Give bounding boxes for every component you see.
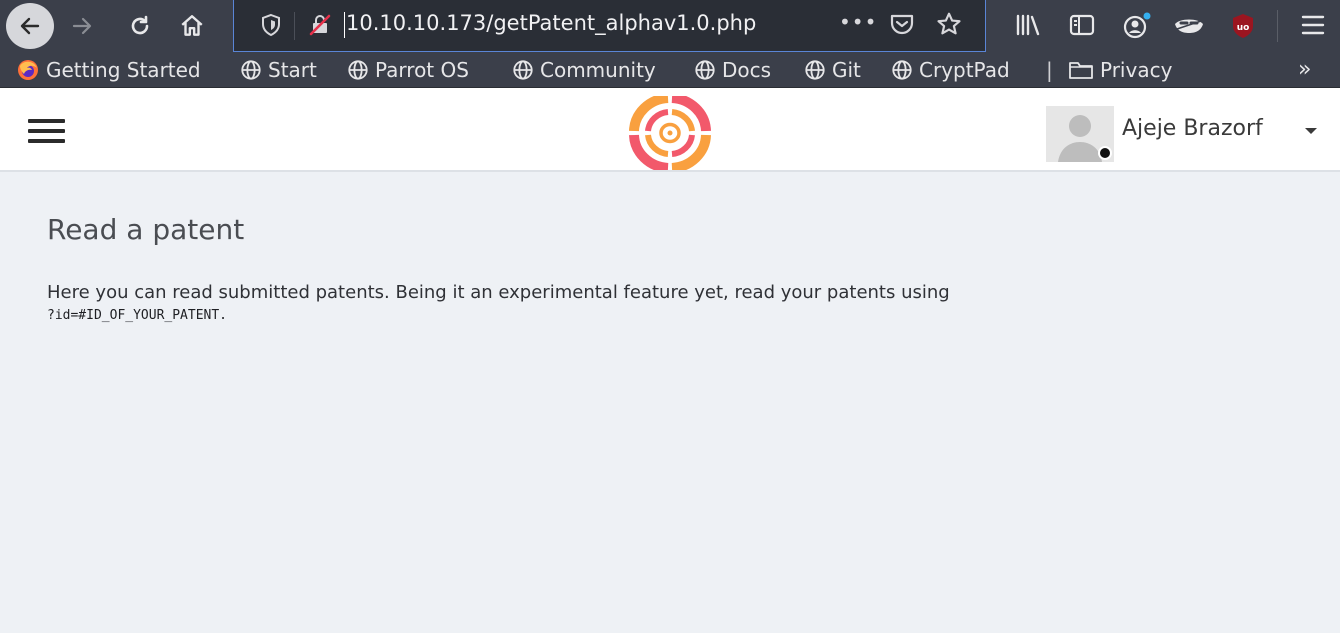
bookmark-label: Start [268, 58, 317, 82]
status-dot [1098, 146, 1112, 160]
app-header: Ajeje Brazorf [0, 88, 1340, 172]
bookmark-label: Docs [722, 58, 772, 82]
library-icon[interactable] [1014, 12, 1042, 38]
bookmark-star-icon[interactable] [936, 11, 962, 37]
bookmarks-bar: Getting Started Start Parrot OS Communit… [0, 52, 1340, 88]
hamburger-menu-icon[interactable] [28, 119, 65, 143]
globe-icon [513, 60, 533, 80]
folder-icon [1069, 62, 1093, 79]
globe-icon [892, 60, 912, 80]
url-text[interactable]: 10.10.10.173/getPatent_alphav1.0.php [346, 11, 756, 35]
forward-button[interactable] [60, 4, 104, 48]
target-logo[interactable] [626, 96, 714, 170]
back-button[interactable] [6, 3, 54, 49]
ublock-icon[interactable]: uo [1230, 12, 1256, 40]
page-description: Here you can read submitted patents. Bei… [47, 282, 950, 303]
user-name[interactable]: Ajeje Brazorf [1122, 116, 1263, 141]
bookmark-label: CryptPad [919, 58, 1010, 82]
arrow-right-icon [72, 17, 92, 35]
toolbar-separator [1277, 10, 1278, 42]
home-button[interactable] [170, 4, 214, 48]
extension-mask-icon[interactable] [1172, 12, 1206, 40]
page-title: Read a patent [47, 213, 245, 246]
text-cursor [344, 12, 345, 38]
id-parameter-hint: ?id=#ID_OF_YOUR_PATENT. [47, 308, 228, 323]
insecure-connection-icon[interactable] [308, 13, 332, 37]
bookmark-parrot-os[interactable]: Parrot OS [347, 56, 469, 84]
page-actions-icon[interactable]: ••• [839, 10, 877, 34]
bookmark-docs[interactable]: Docs [694, 56, 771, 84]
bookmark-label: Community [540, 58, 656, 82]
url-bar[interactable]: 10.10.10.173/getPatent_alphav1.0.php ••• [233, 0, 986, 52]
bookmark-label: Privacy [1100, 58, 1173, 82]
globe-icon [695, 60, 715, 80]
url-separator [294, 12, 295, 40]
bookmark-label: Git [832, 58, 861, 82]
reload-icon [131, 15, 149, 35]
shield-icon[interactable] [260, 13, 282, 37]
bookmark-community[interactable]: Community [512, 56, 656, 84]
bookmarks-overflow-icon[interactable]: » [1298, 57, 1311, 82]
app-menu-icon[interactable] [1300, 12, 1326, 38]
bookmark-folder-privacy[interactable]: Privacy [1068, 56, 1172, 84]
svg-text:uo: uo [1237, 23, 1250, 33]
bookmark-getting-started[interactable]: Getting Started [16, 56, 201, 84]
globe-icon [241, 60, 261, 80]
browser-toolbar: 10.10.10.173/getPatent_alphav1.0.php •••… [0, 0, 1340, 52]
sidebar-icon[interactable] [1068, 12, 1096, 38]
bookmark-start[interactable]: Start [240, 56, 317, 84]
firefox-icon [18, 60, 38, 80]
globe-icon [348, 60, 368, 80]
bookmark-label: Parrot OS [375, 58, 469, 82]
globe-icon [805, 60, 825, 80]
pocket-icon[interactable] [889, 12, 915, 36]
bookmark-divider: | [1046, 58, 1053, 82]
bookmark-git[interactable]: Git [804, 56, 861, 84]
home-icon [181, 15, 203, 36]
bookmark-label: Getting Started [46, 58, 201, 82]
account-icon[interactable] [1122, 12, 1152, 40]
caret-down-icon[interactable] [1305, 128, 1317, 134]
arrow-left-icon [20, 17, 40, 35]
reload-button[interactable] [118, 4, 162, 48]
bookmark-cryptpad[interactable]: CryptPad [891, 56, 1010, 84]
